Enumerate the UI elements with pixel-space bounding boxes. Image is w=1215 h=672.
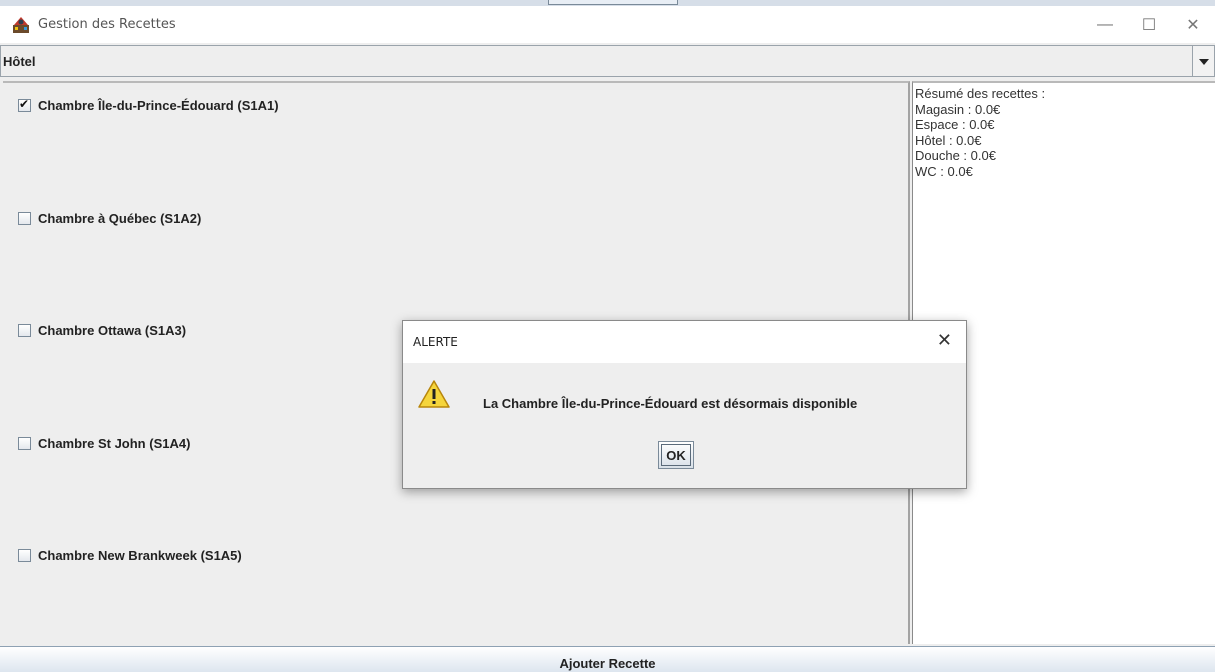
summary-line-wc: WC : 0.0€ [915, 163, 973, 179]
close-button[interactable]: ✕ [1171, 6, 1215, 43]
minimize-icon: — [1097, 15, 1113, 33]
room-label: Chambre Île-du-Prince-Édouard (S1A1) [38, 98, 279, 113]
room-checkbox-s1a1[interactable]: Chambre Île-du-Prince-Édouard (S1A1) [18, 97, 279, 113]
maximize-icon: ☐ [1141, 16, 1157, 34]
summary-line-magasin: Magasin : 0.0€ [915, 101, 1001, 117]
title-bar: Gestion des Recettes — ☐ ✕ [0, 6, 1215, 43]
checkbox-icon[interactable] [18, 324, 31, 337]
room-label: Chambre New Brankweek (S1A5) [38, 548, 242, 563]
summary-line-hotel: Hôtel : 0.0€ [915, 132, 982, 148]
checkbox-icon[interactable] [18, 97, 31, 112]
alert-dialog: ALERTE ✕ La Chambre Île-du-Prince-Édouar… [402, 320, 967, 489]
room-checkbox-s1a5[interactable]: Chambre New Brankweek (S1A5) [18, 548, 242, 563]
room-checkbox-s1a3[interactable]: Chambre Ottawa (S1A3) [18, 323, 186, 338]
summary-heading: Résumé des recettes : [915, 86, 1046, 101]
background-window-button [548, 0, 678, 5]
window-title: Gestion des Recettes [38, 17, 176, 32]
maximize-button[interactable]: ☐ [1127, 6, 1171, 43]
category-select-value: Hôtel [3, 54, 36, 69]
room-checkbox-s1a2[interactable]: Chambre à Québec (S1A2) [18, 211, 201, 226]
summary-line-espace: Espace : 0.0€ [915, 117, 995, 132]
room-label: Chambre Ottawa (S1A3) [38, 323, 187, 338]
checkbox-icon[interactable] [18, 549, 31, 562]
dialog-title-bar: ALERTE ✕ [403, 321, 966, 363]
dialog-title: ALERTE [413, 335, 458, 349]
add-recette-button[interactable]: Ajouter Recette [0, 646, 1215, 672]
room-checkbox-s1a4[interactable]: Chambre St John (S1A4) [18, 436, 190, 451]
chevron-down-icon[interactable] [1192, 46, 1214, 76]
room-label: Chambre St John (S1A4) [38, 436, 191, 451]
dialog-message: La Chambre Île-du-Prince-Édouard est dés… [483, 396, 858, 411]
room-label: Chambre à Québec (S1A2) [38, 211, 202, 226]
dialog-close-icon[interactable]: ✕ [937, 330, 952, 351]
category-select[interactable]: Hôtel [0, 45, 1215, 77]
warning-icon [417, 379, 451, 409]
app-icon [12, 16, 30, 34]
checkbox-icon[interactable] [18, 437, 31, 450]
close-icon: ✕ [1186, 16, 1200, 34]
minimize-button[interactable]: — [1083, 6, 1127, 43]
ok-button[interactable]: OK [658, 441, 694, 469]
checkbox-icon[interactable] [18, 212, 31, 225]
summary-line-douche: Douche : 0.0€ [915, 148, 996, 163]
